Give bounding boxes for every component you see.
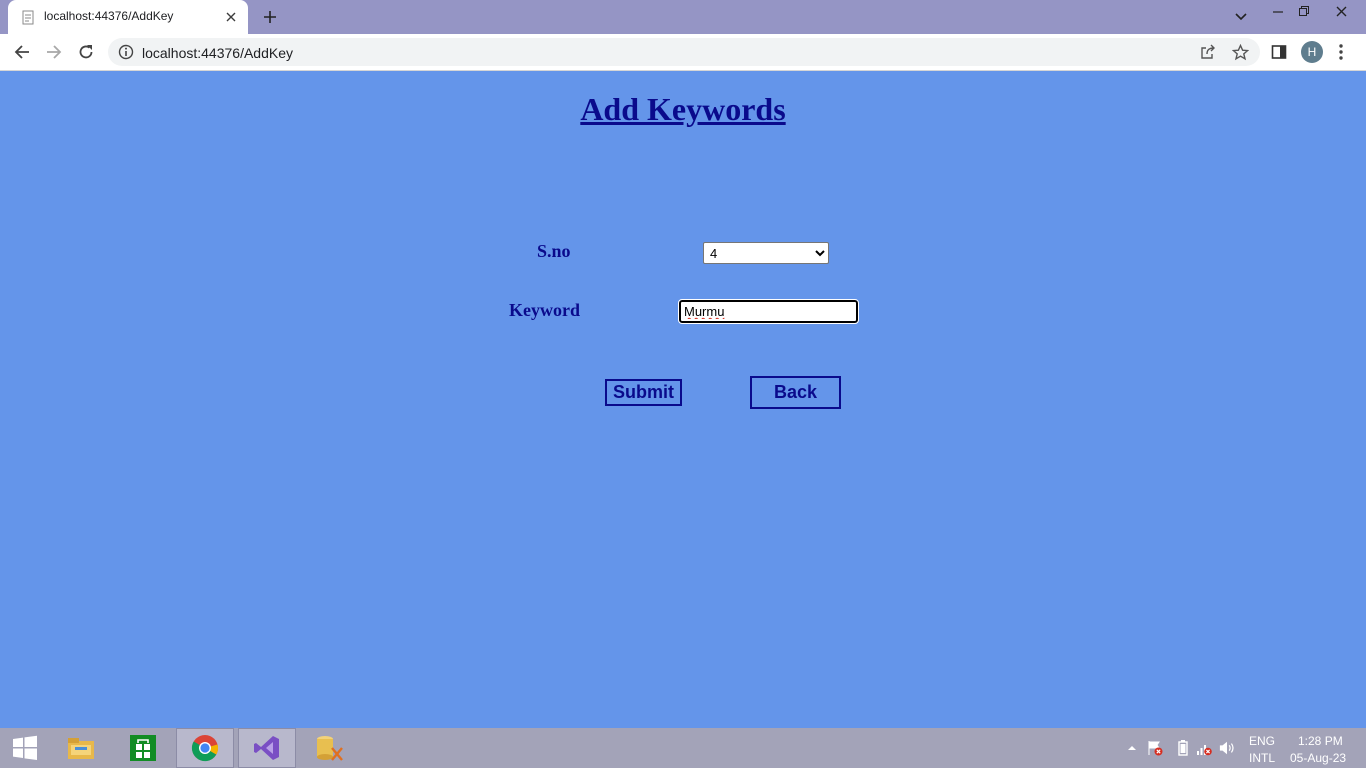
page-title: Add Keywords — [580, 91, 786, 127]
back-button[interactable]: Back — [750, 376, 841, 409]
submit-button[interactable]: Submit — [605, 379, 682, 406]
keyword-input[interactable] — [678, 299, 859, 324]
browser-tab[interactable]: localhost:44376/AddKey — [8, 0, 248, 34]
forward-arrow-icon[interactable] — [42, 40, 66, 64]
sno-select[interactable]: 4 — [703, 242, 829, 264]
windows-start-icon[interactable] — [0, 728, 50, 768]
chevron-down-icon[interactable] — [1230, 7, 1252, 27]
keyword-label: Keyword — [509, 300, 580, 320]
show-hidden-icons-icon[interactable] — [1124, 740, 1140, 756]
windows-taskbar: ENG INTL 1:28 PM 05-Aug-23 — [0, 728, 1366, 768]
close-window-icon[interactable] — [1328, 0, 1354, 22]
file-explorer-icon[interactable] — [52, 728, 110, 768]
browser-toolbar: localhost:44376/AddKey H — [0, 34, 1366, 71]
profile-avatar[interactable]: H — [1301, 41, 1323, 63]
star-icon[interactable] — [1231, 43, 1249, 61]
back-arrow-icon[interactable] — [10, 40, 34, 64]
page-favicon-icon — [22, 10, 36, 25]
store-icon[interactable] — [114, 728, 172, 768]
minimize-icon[interactable] — [1265, 0, 1291, 22]
close-tab-icon[interactable] — [222, 8, 240, 26]
clock-time[interactable]: 1:28 PM — [1298, 734, 1343, 748]
reload-icon[interactable] — [74, 40, 98, 64]
speaker-icon[interactable] — [1219, 740, 1235, 756]
chrome-icon[interactable] — [176, 728, 234, 768]
browser-titlebar: localhost:44376/AddKey — [0, 0, 1366, 34]
new-tab-plus-icon[interactable] — [258, 6, 282, 28]
visual-studio-icon[interactable] — [238, 728, 296, 768]
page-content: Add Keywords S.no 4 Keyword Submit Back — [0, 71, 1366, 728]
share-icon[interactable] — [1199, 43, 1217, 61]
battery-icon[interactable] — [1175, 740, 1191, 756]
keyboard-layout-indicator[interactable]: INTL — [1249, 751, 1275, 765]
url-text: localhost:44376/AddKey — [142, 45, 293, 61]
address-bar[interactable]: localhost:44376/AddKey — [108, 38, 1260, 66]
sno-label: S.no — [537, 241, 571, 261]
restore-icon[interactable] — [1291, 0, 1317, 22]
network-icon[interactable] — [1196, 740, 1212, 756]
tab-title: localhost:44376/AddKey — [44, 9, 174, 23]
language-indicator[interactable]: ENG — [1249, 734, 1275, 748]
clock-date[interactable]: 05-Aug-23 — [1290, 751, 1346, 765]
kebab-menu-icon[interactable] — [1331, 42, 1351, 62]
side-panel-icon[interactable] — [1269, 42, 1289, 62]
sql-tool-icon[interactable] — [300, 728, 358, 768]
info-icon[interactable] — [118, 44, 134, 60]
action-center-flag-icon[interactable] — [1147, 740, 1163, 756]
